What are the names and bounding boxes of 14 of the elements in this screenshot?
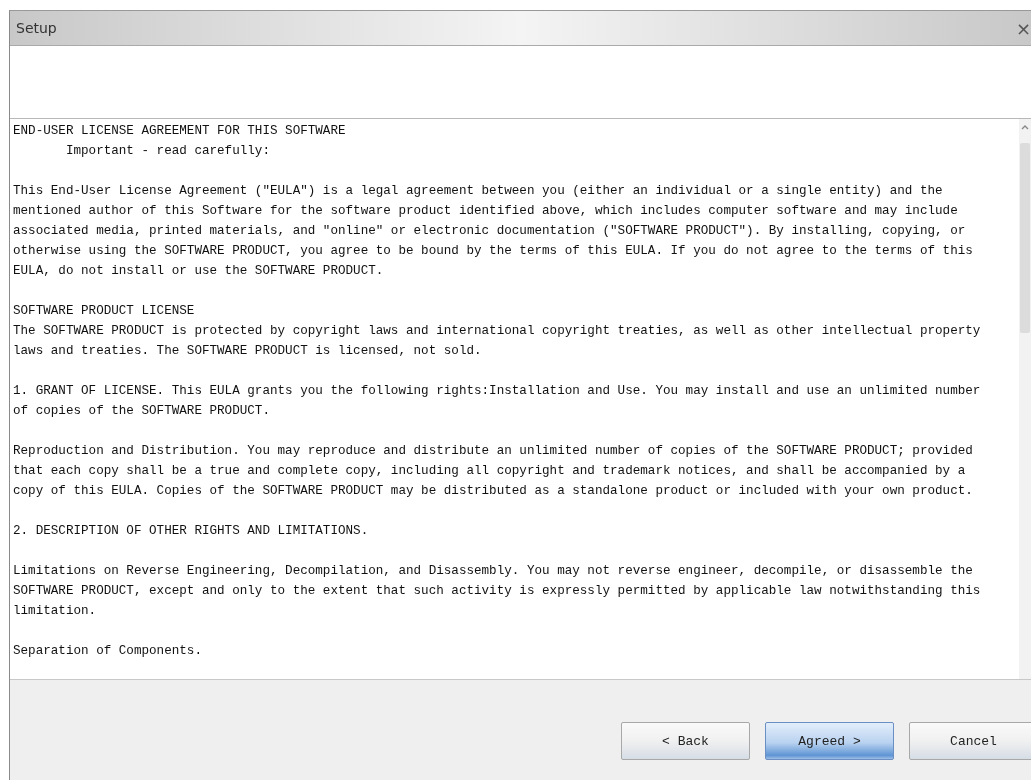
license-paragraph: 2. DESCRIPTION OF OTHER RIGHTS AND LIMITATIONS. <box>13 523 370 540</box>
license-paragraph: Separation of Components. <box>13 643 203 660</box>
dialog-button[interactable]: < Back <box>621 722 750 760</box>
dialog-button[interactable]: Cancel <box>909 722 1031 760</box>
window-title: Setup <box>16 20 57 36</box>
license-paragraph: SOFTWARE PRODUCT LICENSE The SOFTWARE PRODUCT is protected by copyright laws and international copyright treaties, as well as other intellectual property laws and treaties. The SOFTWARE PRODUCT is licensed, not sold. <box>13 303 982 360</box>
close-button[interactable]: × <box>1015 17 1031 39</box>
scroll-thumb[interactable] <box>1020 143 1030 333</box>
license-paragraph: END-USER LICENSE AGREEMENT FOR THIS SOFTWARE Important - read carefully: <box>13 123 347 160</box>
license-paragraph: 1. GRANT OF LICENSE. This EULA grants you the following rights:Installation and Use. You may install and use an unlimited number of copies of the SOFTWARE PRODUCT. <box>13 383 982 420</box>
license-paragraph: Reproduction and Distribution. You may reproduce and distribute an unlimited number of copies of the SOFTWARE PRODUCT; provided that each copy shall be a true and complete copy, including all copyright and trademark notices, and shall be accompanied by a copy of this EULA. Copies of the SOFTWARE PRODUCT may be distributed as a standalone product or included with your own product. <box>13 443 974 500</box>
license-paragraph: This End-User License Agreement ("EULA") is a legal agreement between you (either an individual or a single entity) and the mentioned author of this Software for the software product identified above, which includes computer software and may include associated media, printed materials, and "online" or electronic documentation ("SOFTWARE PRODUCT"). By installing, copying, or otherwise using the SOFTWARE PRODUCT, you agree to be bound by the terms of this EULA. If you do not agree to the terms of this EULA, do not install or use the SOFTWARE PRODUCT. <box>13 183 974 280</box>
license-paragraph: Limitations on Reverse Engineering, Decompilation, and Disassembly. You may not reverse engineer, decompile, or disassemble the SOFTWARE PRODUCT, except and only to the extent that such activity is expressly permitted by applicable law notwithstanding this limitation. <box>13 563 982 620</box>
dialog-button[interactable]: Agreed > <box>765 722 894 760</box>
